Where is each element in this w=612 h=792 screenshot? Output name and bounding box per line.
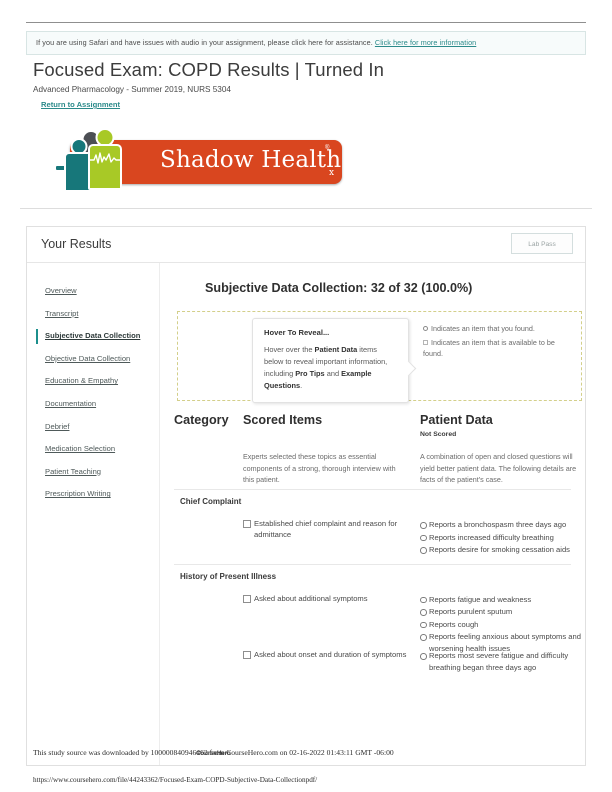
sidebar-item-documentation[interactable]: Documentation [27,393,159,416]
results-sidebar: Overview Transcript Subjective Data Collec… [27,263,159,506]
tooltip-text-1: Hover over the [264,345,315,354]
scored-item-label: Asked about onset and duration of sympto… [254,650,407,660]
logo-rx-mark: x [329,168,335,178]
return-to-assignment-link[interactable]: Return to Assignment [41,100,120,109]
shadow-health-logo: Shadow Health ® x [48,126,348,198]
tooltip-bold-patient-data: Patient Data [314,345,358,354]
sidebar-item-subjective-data-collection[interactable]: Subjective Data Collection [27,325,159,348]
sidebar-item-medication-selection[interactable]: Medication Selection [27,438,159,461]
hover-to-reveal-tooltip: Hover To Reveal... Hover over the Patien… [252,318,409,403]
notice-link[interactable]: Click here for more information [375,38,476,47]
lab-pass-button[interactable]: Lab Pass [511,233,573,254]
watermark-url: https://www.coursehero.com/file/44243362… [33,776,318,784]
sidebar-item-debrief[interactable]: Debrief [27,416,159,439]
watermark-brand: CourseHero [196,750,231,757]
column-headers: Category Scored Items Patient Data Not S… [174,413,576,489]
section-heading: Subjective Data Collection: 32 of 32 (10… [205,281,473,295]
sidebar-item-patient-teaching[interactable]: Patient Teaching [27,461,159,484]
patient-data-cell: Reports fatigue and weakness Reports puru… [420,594,590,656]
page-subtitle: Advanced Pharmacology - Summer 2019, NUR… [33,85,231,94]
sidebar-item-education-empathy[interactable]: Education & Empathy [27,370,159,393]
found-circle-icon [423,326,428,331]
hover-reveal-band: Hover To Reveal... Hover over the Patien… [177,311,582,403]
table-row: Asked about additional symptoms Reports f… [174,594,581,653]
scored-item-checkbox[interactable] [243,594,251,603]
not-scored-badge: Not Scored [420,431,457,438]
patient-data-item[interactable]: Reports a bronchospasm three days ago [420,519,590,531]
patient-data-description: A combination of open and closed questio… [420,452,577,485]
legend-found-row: Indicates an item that you found. [423,323,575,335]
scored-item-cell: Asked about onset and duration of sympto… [243,650,411,661]
tooltip-text-4: . [300,380,303,390]
logo-divider [20,208,592,209]
legend-available-label: Indicates an item that is available to b… [423,337,555,359]
scored-item-checkbox[interactable] [243,520,251,528]
results-card: Your Results Lab Pass Overview Transcript… [26,226,586,766]
legend-found-label: Indicates an item that you found. [431,324,535,333]
column-header-patient-data: Patient Data [420,413,493,427]
sidebar-item-prescription-writing[interactable]: Prescription Writing [27,483,159,506]
sidebar-item-transcript[interactable]: Transcript [27,303,159,326]
patient-data-item[interactable]: Reports increased difficulty breathing [420,532,590,544]
tooltip-title: Hover To Reveal... [264,328,330,337]
scored-item-label: Asked about additional symptoms [254,593,368,603]
patient-data-item[interactable]: Reports most severe fatigue and difficul… [420,650,590,673]
data-section: History of Present Illness Asked about ad… [174,563,581,684]
data-section-title: History of Present Illness [180,571,277,581]
patient-data-item[interactable]: Reports desire for smoking cessation aid… [420,544,590,556]
patient-data-item[interactable]: Reports purulent sputum [420,606,590,618]
notice-text: If you are using Safari and have issues … [36,38,375,47]
data-sections: Chief Complaint Established chief complai… [174,489,581,684]
scored-item-cell: Established chief complaint and reason f… [243,519,411,541]
ekg-heartbeat-icon [90,152,120,164]
logo-wordmark: Shadow Health [160,147,342,173]
results-card-title: Your Results [41,237,112,251]
scored-item-cell: Asked about additional symptoms [243,594,411,605]
patient-data-item[interactable]: Reports cough [420,619,590,631]
symbol-legend: Indicates an item that you found. Indica… [423,323,575,362]
patient-data-cell: Reports most severe fatigue and difficul… [420,650,590,674]
top-divider [26,22,586,23]
available-square-icon [423,339,428,345]
results-main-panel: Subjective Data Collection: 32 of 32 (10… [159,263,585,765]
sidebar-item-overview[interactable]: Overview [27,280,159,303]
results-card-header: Your Results Lab Pass [27,227,585,263]
scored-item-label: Established chief complaint and reason f… [254,519,398,539]
tooltip-body: Hover over the Patient Data items below … [264,344,398,392]
data-section: Chief Complaint Established chief complai… [174,489,571,564]
scored-items-description: Experts selected these topics as essenti… [243,452,396,485]
column-header-scored-items: Scored Items [243,413,323,427]
data-section-title: Chief Complaint [180,497,242,506]
legend-available-row: Indicates an item that is available to b… [423,337,575,360]
registered-trademark-icon: ® [325,145,330,151]
tooltip-bold-pro-tips: Pro Tips [295,368,325,378]
patient-data-cell: Reports a bronchospasm three days ago Rep… [420,519,590,557]
tooltip-text-3: and [324,368,342,378]
safari-audio-notice: If you are using Safari and have issues … [26,31,586,55]
scored-item-checkbox[interactable] [243,651,251,660]
sidebar-item-objective-data-collection[interactable]: Objective Data Collection [27,348,159,371]
page-title: Focused Exam: COPD Results | Turned In [33,59,384,80]
patient-data-item[interactable]: Reports fatigue and weakness [420,594,590,606]
table-row: Asked about onset and duration of sympto… [174,650,571,683]
table-row: Established chief complaint and reason f… [174,519,571,564]
column-header-category: Category [174,413,229,427]
